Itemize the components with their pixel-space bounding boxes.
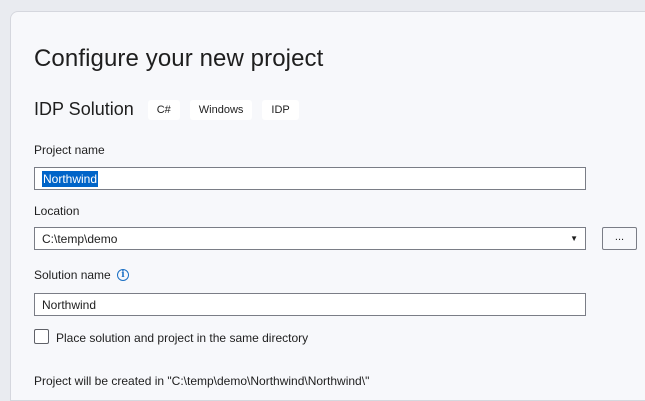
configure-project-dialog: Configure your new project IDP Solution … [10, 11, 645, 401]
project-path-note: Project will be created in "C:\temp\demo… [34, 374, 370, 388]
info-icon[interactable]: i [117, 269, 129, 281]
tag-project-type: IDP [262, 99, 299, 120]
chevron-down-icon[interactable]: ▼ [570, 234, 578, 243]
same-directory-label[interactable]: Place solution and project in the same d… [56, 331, 308, 345]
template-header: IDP Solution C# Windows IDP [34, 99, 309, 120]
location-value: C:\temp\demo [42, 231, 118, 246]
tag-language: C# [147, 99, 180, 120]
tag-platform: Windows [189, 99, 253, 120]
browse-button[interactable]: ... [602, 227, 637, 250]
same-directory-checkbox[interactable] [34, 329, 49, 344]
solution-name-label: Solution name [34, 268, 111, 282]
page-title: Configure your new project [34, 45, 324, 72]
project-name-input[interactable]: Northwind [34, 167, 586, 190]
project-name-value: Northwind [42, 170, 99, 187]
project-name-label: Project name [34, 143, 105, 157]
location-label: Location [34, 204, 80, 218]
solution-name-input[interactable]: Northwind [34, 293, 586, 316]
template-name: IDP Solution [34, 99, 134, 119]
location-combobox[interactable]: C:\temp\demo ▼ [34, 227, 586, 250]
solution-name-value: Northwind [42, 297, 97, 312]
